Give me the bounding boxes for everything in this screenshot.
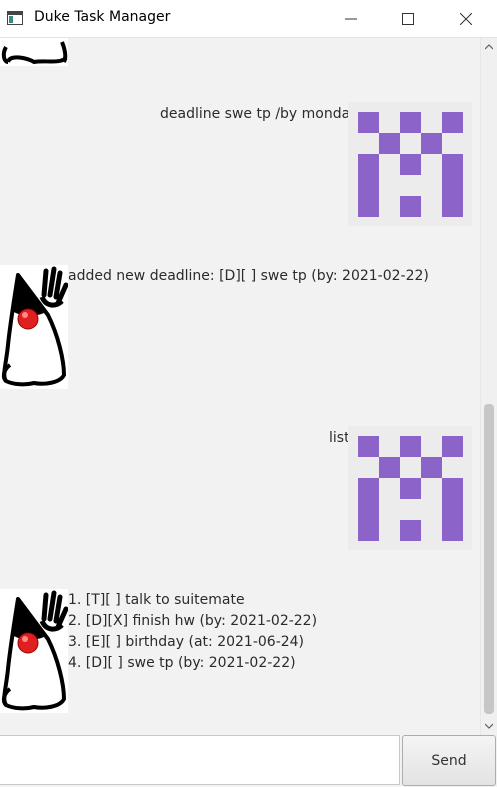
scrollbar-thumb[interactable] (484, 404, 494, 714)
task-list: 1. [T][ ] talk to suitemate 2. [D][X] fi… (68, 590, 317, 674)
input-bar: Send (0, 735, 497, 787)
app-window-icon (7, 11, 23, 25)
minimize-icon (345, 18, 357, 19)
duke-mascot-icon (1, 41, 68, 65)
user-avatar (348, 102, 472, 226)
purple-identicon-avatar (358, 112, 463, 217)
duke-avatar (0, 38, 68, 66)
close-icon (460, 12, 472, 25)
minimize-button[interactable] (328, 0, 374, 37)
duke-message-text: added new deadline: [D][ ] swe tp (by: 2… (68, 268, 429, 284)
duke-mascot-icon (1, 266, 68, 387)
task-list-item: 3. [E][ ] birthday (at: 2021-06-24) (68, 634, 305, 650)
close-button[interactable] (443, 0, 489, 37)
user-message-text: list (329, 430, 350, 446)
task-list-item: 1. [T][ ] talk to suitemate (68, 592, 245, 608)
scroll-down-arrow-icon[interactable] (485, 723, 493, 729)
maximize-icon (402, 12, 414, 25)
purple-identicon-avatar (358, 436, 463, 541)
chat-scroll-pane[interactable]: deadline swe tp /by monday added new dea… (0, 38, 480, 735)
vertical-scrollbar[interactable] (480, 38, 497, 735)
maximize-button[interactable] (385, 0, 431, 37)
title-bar: Duke Task Manager (0, 0, 497, 38)
message-input[interactable] (0, 735, 400, 785)
send-button[interactable]: Send (402, 735, 496, 786)
scroll-up-arrow-icon[interactable] (485, 44, 493, 50)
task-list-item: 2. [D][X] finish hw (by: 2021-02-22) (68, 613, 318, 629)
window-title: Duke Task Manager (34, 9, 171, 25)
duke-avatar (0, 265, 68, 389)
user-message-text: deadline swe tp /by monday (160, 106, 359, 122)
duke-avatar (0, 589, 68, 713)
duke-mascot-icon (1, 590, 68, 711)
user-avatar (348, 426, 472, 550)
task-list-item: 4. [D][ ] swe tp (by: 2021-02-22) (68, 655, 296, 671)
